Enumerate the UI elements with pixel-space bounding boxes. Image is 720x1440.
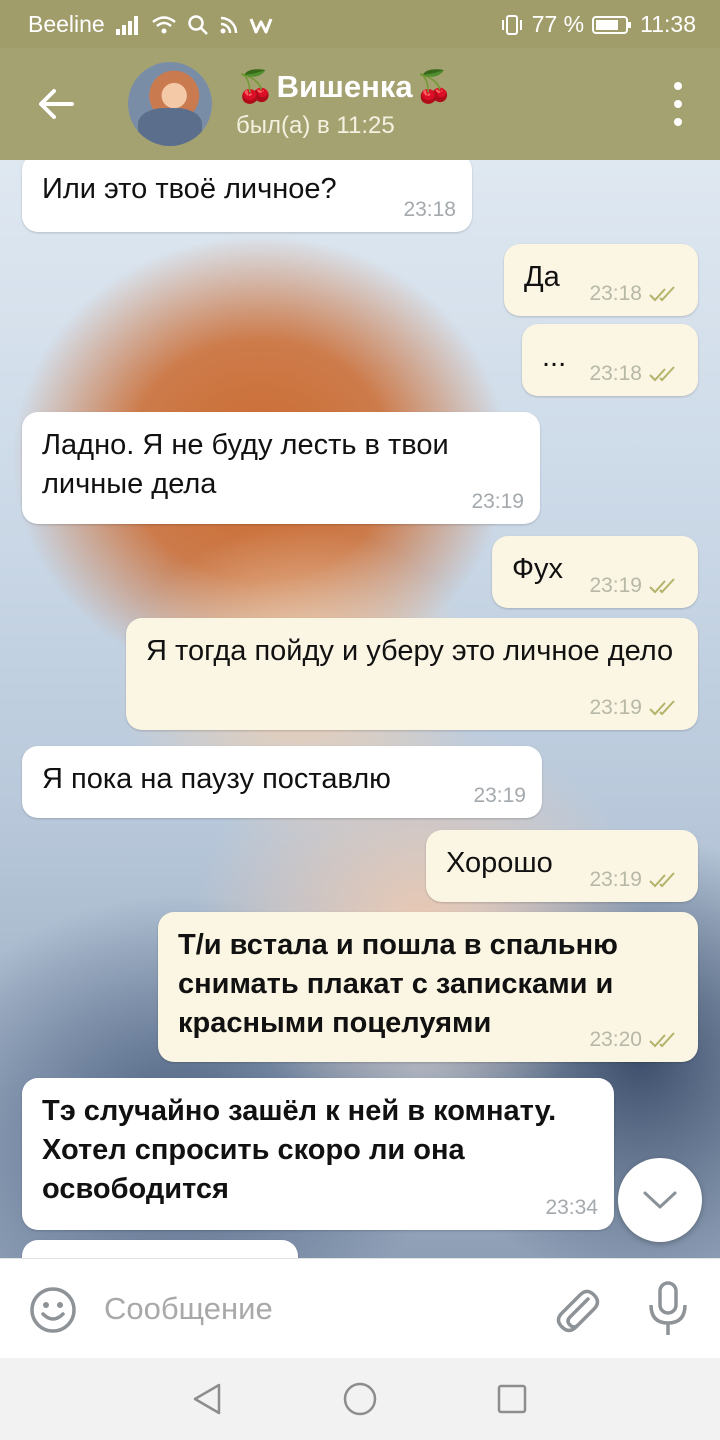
double-check-icon bbox=[649, 366, 675, 382]
message-time: 23:18 bbox=[589, 282, 642, 305]
message-text: Тэ случайно зашёл к ней в комнату. Хотел… bbox=[42, 1095, 565, 1205]
message-time: 23:19 bbox=[473, 784, 526, 807]
message-time: 23:19 bbox=[471, 490, 524, 513]
triangle-back-icon bbox=[193, 1383, 221, 1415]
message-input[interactable] bbox=[104, 1283, 524, 1335]
message-text: Или это твоё личное? bbox=[42, 173, 337, 205]
app-w-icon bbox=[249, 15, 273, 35]
scroll-down-button[interactable] bbox=[618, 1158, 702, 1242]
wifi-icon bbox=[151, 15, 177, 35]
message-composer bbox=[0, 1258, 720, 1358]
carrier-label: Beeline bbox=[28, 11, 105, 37]
message-bubble-incoming[interactable]: Тэ случайно зашёл к ней в комнату. Хотел… bbox=[22, 1078, 614, 1230]
back-button[interactable] bbox=[28, 78, 84, 130]
avatar[interactable] bbox=[128, 62, 212, 146]
rss-icon bbox=[219, 15, 239, 35]
message-time: 23:19 bbox=[589, 696, 642, 719]
nav-home-button[interactable] bbox=[337, 1376, 383, 1422]
message-time: 23:19 bbox=[589, 574, 642, 597]
message-time: 23:34 bbox=[545, 1196, 598, 1219]
last-seen-status: был(а) в 11:25 bbox=[236, 112, 395, 139]
chat-area[interactable]: Или это твоё личное? 23:18 Да 23:18 ... … bbox=[0, 160, 720, 1258]
more-vertical-icon bbox=[674, 82, 682, 90]
message-bubble-outgoing[interactable]: Т/и встала и пошла в спальню снимать пла… bbox=[158, 912, 698, 1062]
chat-title-text: Вишенка bbox=[276, 68, 413, 104]
double-check-icon bbox=[649, 578, 675, 594]
more-menu-button[interactable] bbox=[666, 82, 690, 126]
message-time: 23:20 bbox=[589, 1028, 642, 1051]
message-time: 23:18 bbox=[403, 198, 456, 221]
attach-button[interactable] bbox=[552, 1283, 600, 1335]
message-bubble-outgoing[interactable]: Я тогда пойду и уберу это личное дело 23… bbox=[126, 618, 698, 730]
smiley-icon bbox=[30, 1287, 76, 1333]
square-recents-icon bbox=[497, 1384, 527, 1414]
message-time: 23:19 bbox=[589, 868, 642, 891]
microphone-icon bbox=[649, 1281, 687, 1335]
message-bubble-incoming-partial[interactable] bbox=[22, 1240, 298, 1258]
paperclip-icon bbox=[556, 1289, 600, 1333]
vibrate-icon bbox=[500, 14, 524, 36]
message-text: Я пока на паузу поставлю bbox=[42, 763, 391, 795]
cherry-icon: 🍒 bbox=[236, 69, 275, 104]
double-check-icon bbox=[649, 1032, 675, 1048]
chevron-down-icon bbox=[643, 1191, 677, 1209]
search-icon bbox=[187, 14, 209, 36]
microphone-button[interactable] bbox=[646, 1281, 690, 1337]
message-bubble-incoming[interactable]: Или это твоё личное? 23:18 bbox=[22, 160, 472, 232]
message-bubble-incoming[interactable]: Ладно. Я не буду лесть в твои личные дел… bbox=[22, 412, 540, 524]
double-check-icon bbox=[649, 872, 675, 888]
signal-icon bbox=[115, 15, 141, 35]
double-check-icon bbox=[649, 286, 675, 302]
message-text: Я тогда пойду и уберу это личное дело bbox=[146, 635, 674, 667]
message-text: Ладно. Я не буду лесть в твои личные дел… bbox=[42, 429, 457, 500]
message-text: Т/и встала и пошла в спальню снимать пла… bbox=[178, 929, 626, 1039]
chat-header: 🍒 Вишенка 🍒 был(а) в 11:25 bbox=[0, 48, 720, 160]
status-bar: Beeline 77 % 11:38 bbox=[0, 0, 720, 48]
message-bubble-incoming[interactable]: Я пока на паузу поставлю 23:19 bbox=[22, 746, 542, 818]
battery-icon bbox=[592, 15, 632, 35]
message-time: 23:18 bbox=[589, 362, 642, 385]
message-bubble-outgoing[interactable]: Фух 23:19 bbox=[492, 536, 698, 608]
message-bubble-outgoing[interactable]: Да 23:18 bbox=[504, 244, 698, 316]
clock: 11:38 bbox=[640, 11, 696, 37]
message-bubble-outgoing[interactable]: ... 23:18 bbox=[522, 324, 698, 396]
cherry-icon: 🍒 bbox=[414, 69, 454, 104]
system-nav-bar bbox=[0, 1358, 720, 1440]
emoji-button[interactable] bbox=[28, 1285, 78, 1335]
battery-percent: 77 % bbox=[531, 11, 585, 37]
double-check-icon bbox=[649, 700, 675, 716]
message-bubble-outgoing[interactable]: Хорошо 23:19 bbox=[426, 830, 698, 902]
nav-back-button[interactable] bbox=[184, 1376, 230, 1422]
arrow-left-icon bbox=[39, 89, 74, 119]
chat-title[interactable]: 🍒 Вишенка 🍒 bbox=[236, 68, 453, 105]
nav-recents-button[interactable] bbox=[489, 1376, 535, 1422]
circle-home-icon bbox=[343, 1382, 377, 1416]
